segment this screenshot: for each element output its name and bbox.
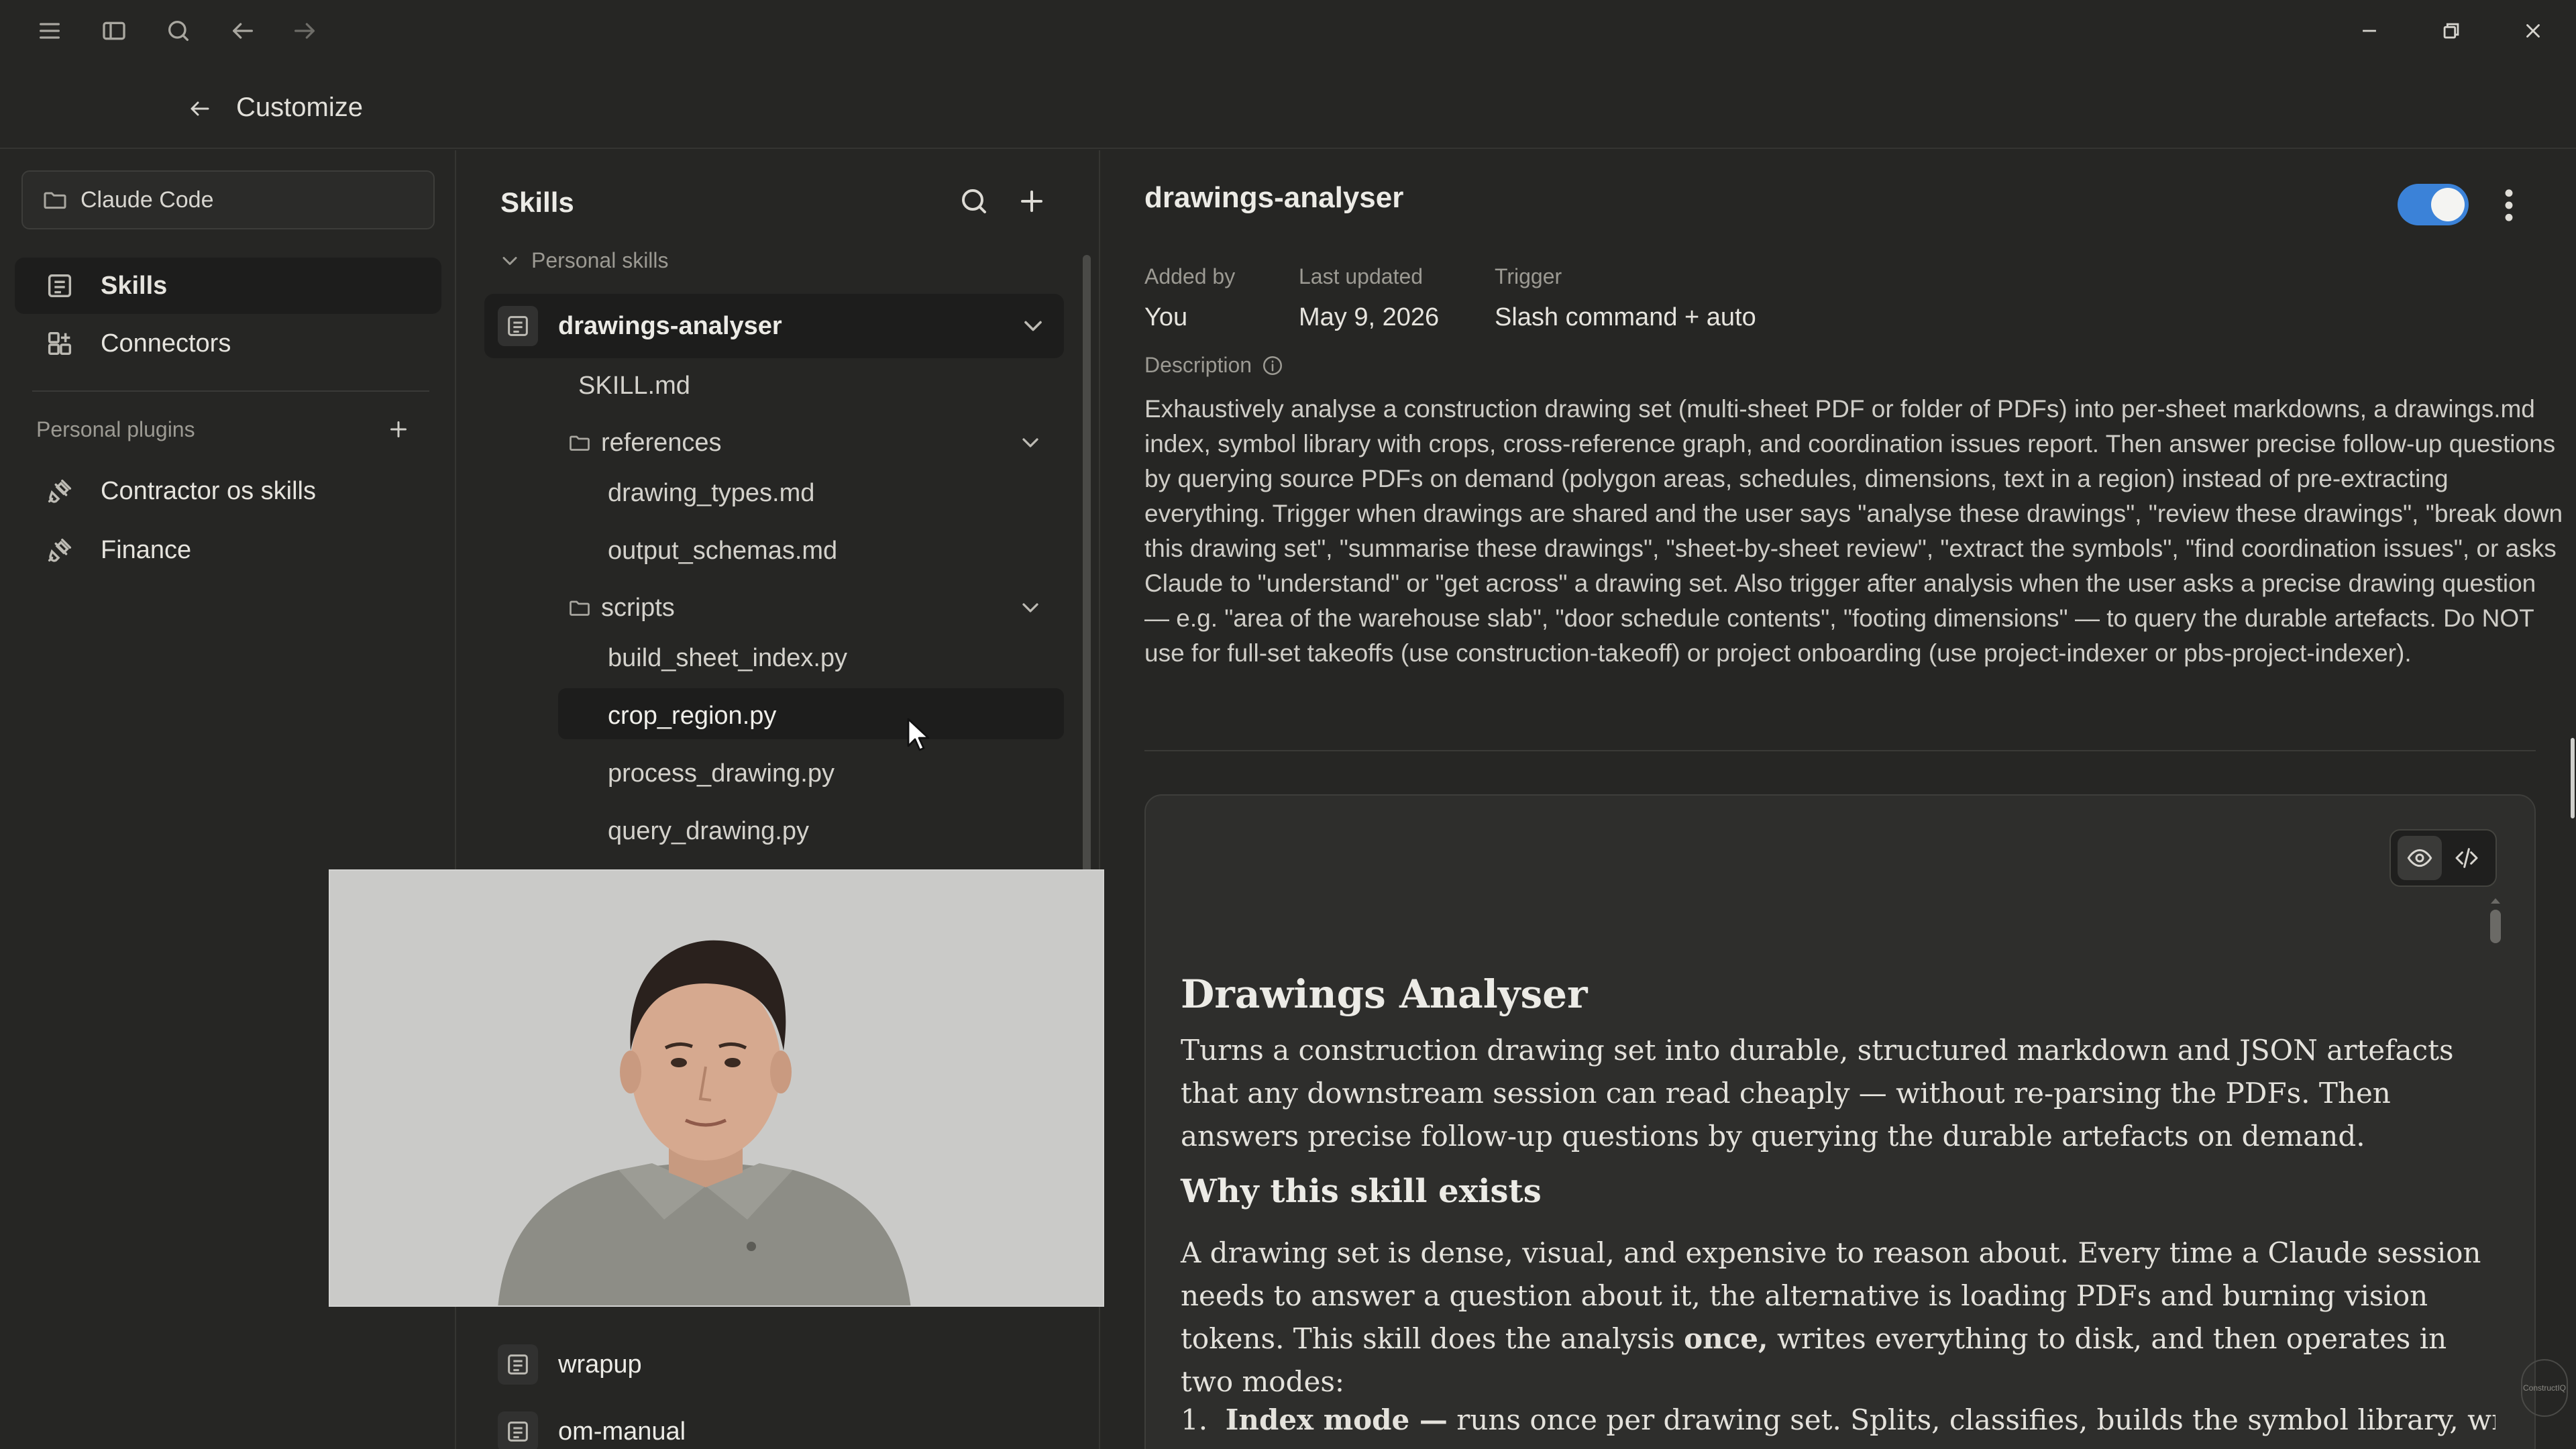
- info-icon[interactable]: [1261, 354, 1284, 377]
- skill-label: drawings-analyser: [558, 311, 782, 340]
- plugins-label: Personal plugins: [36, 417, 195, 441]
- skill-detail-panel: drawings-analyser Added by You Last upda…: [1102, 150, 2576, 1449]
- eye-icon[interactable]: [2398, 836, 2442, 880]
- last-updated-label: Last updated: [1299, 264, 1424, 288]
- title-bar: [0, 0, 2576, 62]
- doc-subheading: Why this skill exists: [1181, 1173, 1542, 1210]
- back-arrow-icon[interactable]: [182, 91, 217, 126]
- sidebar-toggle-icon[interactable]: [98, 15, 130, 47]
- window-edge-handle[interactable]: [2571, 738, 2575, 818]
- doc-list-item: 1. Index mode — runs once per drawing se…: [1181, 1403, 2496, 1436]
- skill-label: wrapup: [558, 1350, 642, 1379]
- chevron-down-icon: [498, 249, 522, 273]
- scroll-up-icon[interactable]: [2489, 896, 2502, 906]
- minimize-button[interactable]: [2349, 13, 2390, 48]
- nav-item-connectors[interactable]: Connectors: [15, 315, 441, 372]
- doc-intro-paragraph: Turns a construction drawing set into du…: [1181, 1034, 2454, 1152]
- search-skills-button[interactable]: [954, 181, 994, 221]
- added-by-value: You: [1144, 303, 1188, 331]
- presenter-video: [330, 871, 1103, 1305]
- skill-item-om-manual[interactable]: om-manual: [484, 1399, 1064, 1449]
- folder-label: scripts: [601, 593, 675, 622]
- toggle-knob: [2431, 188, 2465, 221]
- skill-file-icon: [498, 1344, 538, 1385]
- skill-file-icon: [498, 306, 538, 346]
- trigger-label: Trigger: [1495, 264, 1562, 288]
- doc-text: runs once per drawing set. Splits, class…: [1447, 1403, 2496, 1436]
- file-drawing-types-md[interactable]: drawing_types.md: [608, 479, 814, 508]
- back-nav-icon[interactable]: [227, 15, 259, 47]
- folder-icon: [42, 186, 68, 213]
- doc-bold-text: Index mode —: [1225, 1403, 1448, 1436]
- chevron-down-icon[interactable]: [1017, 429, 1044, 456]
- folder-icon: [568, 596, 592, 620]
- description-text: Exhaustively analyse a construction draw…: [1144, 395, 2563, 667]
- divider: [32, 390, 429, 392]
- customize-header: Customize: [0, 74, 2576, 149]
- forward-nav-icon[interactable]: [288, 15, 321, 47]
- page-title[interactable]: Customize: [236, 93, 363, 123]
- file-output-schemas-md[interactable]: output_schemas.md: [608, 537, 837, 566]
- nav-item-skills[interactable]: Skills: [15, 258, 441, 314]
- trigger-value: Slash command + auto: [1495, 303, 1756, 331]
- add-skill-button[interactable]: [1012, 181, 1052, 221]
- watermark-logo: ConstructIQ: [2521, 1359, 2568, 1417]
- plugin-item-finance[interactable]: Finance: [15, 522, 441, 578]
- divider: [1144, 750, 2536, 751]
- workspace-label: Claude Code: [80, 186, 214, 213]
- folder-references[interactable]: references: [568, 423, 1064, 463]
- description-heading: Description: [1144, 353, 1284, 378]
- description-label: Description: [1144, 353, 1252, 377]
- doc-paragraph: A drawing set is dense, visual, and expe…: [1181, 1232, 2496, 1403]
- plugin-item-contractor-os-skills[interactable]: Contractor os skills: [15, 463, 441, 519]
- file-query-drawing-py[interactable]: query_drawing.py: [608, 817, 809, 846]
- doc-scrollbar[interactable]: [2490, 910, 2501, 943]
- workspace-selector[interactable]: Claude Code: [21, 170, 435, 229]
- personal-skills-group[interactable]: Personal skills: [498, 248, 669, 273]
- menu-icon[interactable]: [34, 15, 66, 47]
- skills-icon: [44, 270, 75, 301]
- file-build-sheet-index-py[interactable]: build_sheet_index.py: [608, 644, 847, 673]
- skill-title: drawings-analyser: [1144, 181, 1404, 214]
- plugin-label: Finance: [101, 535, 192, 564]
- mouse-cursor-icon: [906, 716, 932, 754]
- watermark-text: ConstructIQ: [2522, 1383, 2567, 1393]
- nav-item-label: Connectors: [101, 329, 231, 358]
- code-icon[interactable]: [2445, 836, 2489, 880]
- list-number: 1.: [1181, 1403, 1208, 1436]
- last-updated-value: May 9, 2026: [1299, 303, 1440, 331]
- close-button[interactable]: [2513, 13, 2553, 48]
- skill-label: om-manual: [558, 1417, 686, 1446]
- folder-scripts[interactable]: scripts: [568, 588, 1064, 628]
- webcam-overlay: [329, 869, 1104, 1307]
- nav-item-label: Skills: [101, 271, 168, 300]
- skills-title: Skills: [500, 186, 574, 218]
- skill-enabled-toggle[interactable]: [2398, 184, 2469, 225]
- plug-icon: [44, 476, 75, 506]
- skill-md-preview: Drawings Analyser Turns a construction d…: [1144, 794, 2536, 1449]
- file-process-drawing-py[interactable]: process_drawing.py: [608, 759, 835, 788]
- add-plugin-button[interactable]: [382, 413, 415, 445]
- more-options-icon[interactable]: [2494, 185, 2524, 225]
- added-by-label: Added by: [1144, 264, 1236, 288]
- search-icon[interactable]: [162, 15, 195, 47]
- skill-item-wrapup[interactable]: wrapup: [484, 1332, 1064, 1397]
- view-mode-toggle: [2390, 829, 2497, 887]
- skill-item-drawings-analyser[interactable]: drawings-analyser: [484, 294, 1064, 358]
- folder-label: references: [601, 428, 722, 457]
- plugin-label: Contractor os skills: [101, 476, 316, 505]
- doc-heading: Drawings Analyser: [1181, 971, 1588, 1017]
- group-label: Personal skills: [531, 248, 669, 272]
- doc-bold-text: once,: [1684, 1322, 1768, 1355]
- connectors-icon: [44, 328, 75, 359]
- plug-icon: [44, 535, 75, 566]
- skill-file-icon: [498, 1411, 538, 1449]
- chevron-down-icon[interactable]: [1018, 311, 1048, 341]
- chevron-down-icon[interactable]: [1017, 594, 1044, 621]
- folder-icon: [568, 431, 592, 455]
- file-crop-region-py[interactable]: crop_region.py: [608, 702, 776, 731]
- restore-button[interactable]: [2431, 13, 2471, 48]
- file-skill-md[interactable]: SKILL.md: [578, 372, 690, 400]
